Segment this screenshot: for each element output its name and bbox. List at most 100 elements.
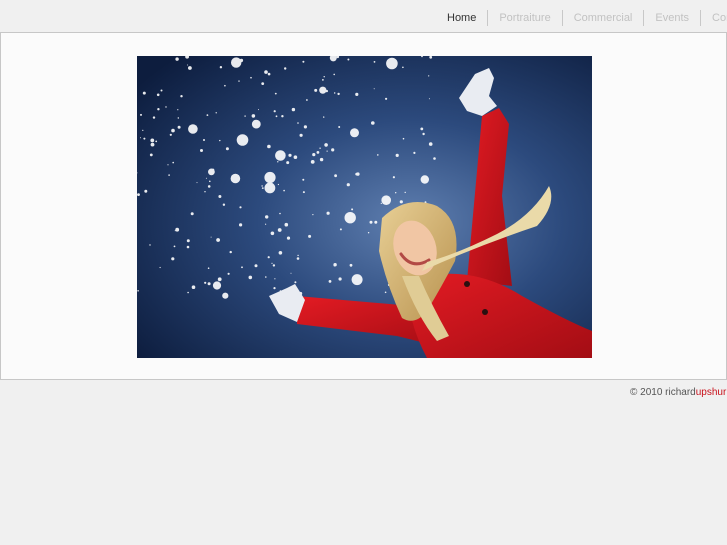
snowflake — [334, 92, 336, 94]
snowflake — [137, 290, 139, 292]
snowflake — [350, 128, 359, 138]
snowflake — [306, 99, 308, 101]
snowflake — [207, 282, 211, 286]
snowflake — [297, 254, 299, 257]
snowflake — [250, 76, 252, 79]
snowflake — [420, 127, 424, 131]
snowflake — [323, 116, 325, 118]
snowflake — [339, 228, 342, 231]
snowflake — [187, 291, 189, 294]
snowflake — [261, 82, 265, 85]
snowflake — [302, 60, 305, 63]
snowflake — [187, 64, 189, 66]
nav-home[interactable]: Home — [436, 10, 487, 26]
snowflake — [150, 138, 155, 143]
snowflake — [395, 153, 399, 157]
snowflake — [422, 132, 425, 136]
snowflake — [328, 280, 332, 283]
snowflake — [319, 157, 324, 162]
snowflake — [413, 151, 416, 154]
snowflake — [326, 150, 328, 152]
snowflake — [297, 122, 299, 124]
snowflake — [175, 227, 180, 232]
snowflake — [229, 250, 232, 254]
snowflake — [395, 192, 397, 194]
snowflake — [140, 137, 141, 139]
snowflake — [216, 238, 220, 242]
snowflake — [210, 236, 212, 238]
snowflake — [196, 182, 198, 184]
snowflake — [239, 223, 243, 227]
snowflake — [267, 256, 270, 259]
snowflake — [275, 115, 278, 118]
snowflake — [392, 176, 395, 179]
snowflake — [188, 124, 198, 134]
snowflake — [204, 281, 207, 284]
snowflake — [206, 114, 209, 116]
snowflake — [312, 214, 314, 216]
snowflake — [374, 220, 378, 224]
snowflake — [152, 116, 156, 119]
nav-events[interactable]: Events — [643, 10, 700, 26]
snowflake — [261, 187, 264, 190]
snowflake — [258, 109, 259, 111]
snowflake — [267, 144, 271, 149]
snowflake — [337, 92, 340, 96]
snowflake — [380, 202, 382, 204]
snowflake — [239, 206, 242, 209]
snowflake — [428, 98, 430, 100]
snowflake — [261, 185, 263, 187]
snowflake — [264, 70, 268, 74]
snowflake — [173, 245, 176, 248]
snowflake — [254, 264, 258, 268]
snowflake — [160, 89, 163, 92]
snowflake — [169, 133, 172, 136]
snowflake — [428, 75, 430, 77]
snowflake — [172, 161, 174, 164]
snowflake — [322, 79, 324, 81]
snowflake — [230, 173, 241, 184]
snowflake — [219, 139, 221, 142]
snowflake — [333, 265, 335, 267]
snowflake — [264, 171, 276, 184]
nav-commercial[interactable]: Commercial — [561, 10, 644, 26]
snowflake — [296, 257, 300, 260]
snowflake — [273, 110, 276, 113]
snowflake — [142, 129, 144, 131]
snowflake — [385, 97, 388, 100]
snowflake — [324, 143, 328, 147]
snowflake — [222, 292, 229, 299]
snowflake — [171, 128, 175, 133]
snowflake — [281, 115, 284, 118]
copyright-footer: © 2010 richardupshur — [630, 387, 726, 398]
snowflake — [248, 275, 253, 280]
snowflake — [331, 148, 335, 152]
snowflake — [157, 108, 160, 111]
snowflake — [377, 154, 379, 156]
snowflake — [281, 152, 286, 157]
snowflake — [218, 195, 222, 198]
snowflake — [156, 93, 160, 97]
snowflake — [283, 189, 285, 192]
snowflake — [273, 287, 276, 290]
snowflake — [433, 157, 436, 160]
snowflake — [308, 234, 312, 238]
snowflake — [155, 140, 158, 143]
snowflake — [302, 191, 305, 194]
snowflake — [222, 203, 226, 206]
snowflake — [224, 84, 226, 87]
snowflake — [215, 112, 217, 114]
snowflake — [231, 57, 242, 68]
nav-portraiture[interactable]: Portraiture — [487, 10, 561, 26]
snowflake — [279, 212, 281, 215]
snowflake — [310, 160, 315, 164]
nav-contact[interactable]: Contact — [700, 10, 727, 26]
snowflake — [143, 137, 146, 140]
snowflake — [159, 266, 161, 269]
snowflake — [371, 121, 375, 125]
snowflake — [191, 285, 196, 289]
snowflake — [288, 153, 292, 157]
snowflake — [165, 106, 167, 108]
snowflake — [402, 66, 404, 69]
snowflake — [284, 222, 289, 227]
